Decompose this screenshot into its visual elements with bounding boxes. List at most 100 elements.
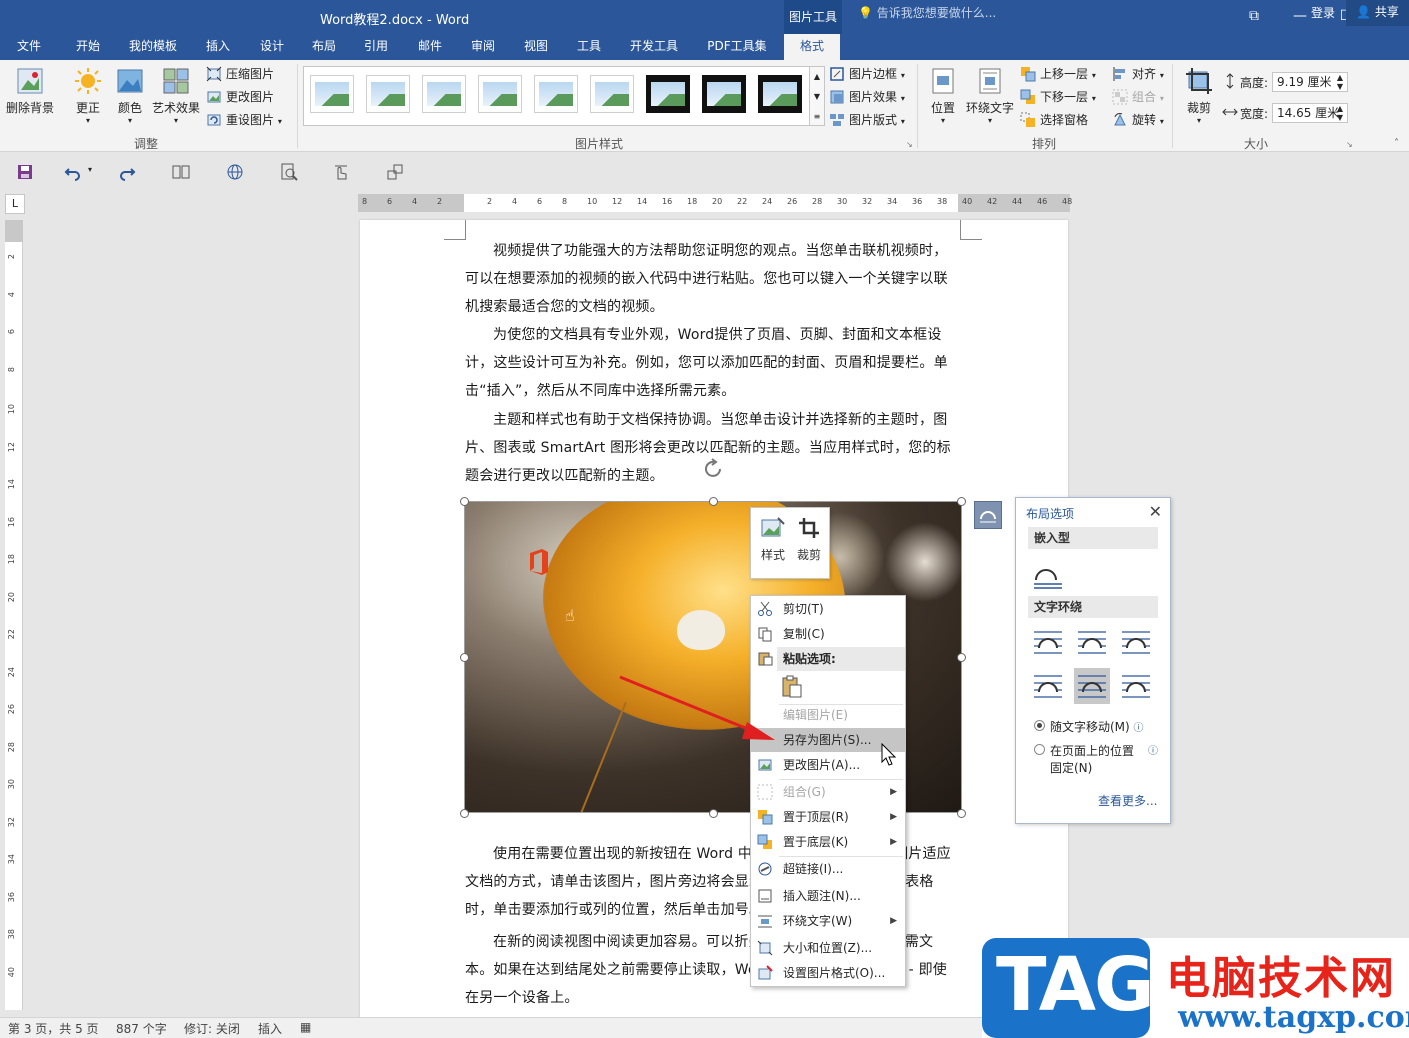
share-button[interactable]: 👤 共享 — [1346, 0, 1409, 26]
collapse-ribbon-icon[interactable]: ˄ — [1394, 138, 1399, 149]
move-with-text-radio[interactable]: 随文字移动(M) ⓘ — [1034, 718, 1144, 735]
tab-8[interactable]: 审阅 — [461, 34, 505, 60]
align-button[interactable]: 对齐 ▾ — [1112, 63, 1164, 85]
resize-handle-se[interactable] — [957, 809, 966, 818]
top-bottom-wrap-icon[interactable] — [1030, 668, 1066, 704]
mini-crop-button[interactable]: 裁剪 — [791, 516, 827, 563]
dialog-launcher-icon[interactable]: ↘ — [1346, 140, 1353, 149]
spinner-icon[interactable]: ▲ ▼ — [1337, 104, 1343, 122]
tab-7[interactable]: 邮件 — [408, 34, 452, 60]
tab-5[interactable]: 布局 — [302, 34, 346, 60]
menu-send-to-back[interactable]: 置于底层(K) ▶ — [751, 830, 905, 854]
tab-4[interactable]: 设计 — [250, 34, 294, 60]
horizontal-ruler[interactable]: 8 6 4 2 2 4 6 8 10 12 14 16 18 20 22 24 26 28 30 32 34 36 38 40… — [358, 194, 1072, 212]
tab-selector[interactable]: L — [5, 194, 25, 214]
menu-size-position[interactable]: 大小和位置(Z)... — [751, 936, 905, 960]
print-preview-icon[interactable] — [280, 163, 298, 181]
through-wrap-icon[interactable] — [1118, 624, 1154, 660]
info-icon[interactable]: ⓘ — [1148, 742, 1158, 757]
square-wrap-icon[interactable] — [1030, 624, 1066, 660]
resize-handle-w[interactable] — [460, 653, 469, 662]
save-icon[interactable] — [16, 163, 34, 181]
menu-format-picture[interactable]: 设置图片格式(O)... — [751, 961, 905, 985]
picture-styles-gallery[interactable] — [303, 66, 825, 126]
behind-text-icon[interactable] — [1074, 668, 1110, 704]
ribbon-display-options-icon[interactable]: ⧉ — [1244, 6, 1264, 26]
position-button[interactable]: 位置 ▾ — [924, 66, 962, 125]
change-picture-button[interactable]: 更改图片 — [206, 86, 274, 108]
resize-handle-sw[interactable] — [460, 809, 469, 818]
touch-mode-icon[interactable] — [332, 163, 350, 181]
resize-handle-nw[interactable] — [460, 497, 469, 506]
spinner-icon[interactable]: ▲ ▼ — [1337, 73, 1343, 91]
menu-copy[interactable]: 复制(C) — [751, 622, 905, 646]
tab-9[interactable]: 视图 — [514, 34, 558, 60]
resize-handle-n[interactable] — [709, 497, 718, 506]
menu-wrap-text[interactable]: 环绕文字(W) ▶ — [751, 909, 905, 933]
height-input[interactable]: 9.19 厘米 ▲ ▼ — [1272, 72, 1348, 92]
insert-mode[interactable]: 插入 — [258, 1020, 282, 1037]
tab-0[interactable]: 文件 — [6, 34, 52, 60]
picture-layout-button[interactable]: 图片版式 ▾ — [829, 109, 905, 131]
see-more-link[interactable]: 查看更多... — [1098, 792, 1157, 809]
undo-icon[interactable] — [64, 163, 82, 181]
undo-dropdown-icon[interactable]: ▾ — [88, 165, 92, 174]
in-front-text-icon[interactable] — [1118, 668, 1154, 704]
artistic-effects-button[interactable]: 艺术效果 ▾ — [150, 66, 202, 125]
compress-pictures-button[interactable]: 压缩图片 — [206, 63, 274, 85]
gallery-scroll[interactable]: ▲ ▼ ≡ — [809, 66, 825, 126]
wrap-text-button[interactable]: 环绕文字 ▾ — [964, 66, 1016, 125]
tab-13[interactable]: 格式 — [784, 34, 840, 60]
paste-picture-icon[interactable] — [781, 675, 803, 699]
page-count[interactable]: 第 3 页，共 5 页 — [8, 1020, 99, 1037]
tab-2[interactable]: 我的模板 — [118, 34, 188, 60]
picture-style-thumb[interactable] — [702, 75, 746, 113]
send-backward-button[interactable]: 下移一层 ▾ — [1020, 86, 1096, 108]
macro-icon[interactable]: ▦ — [300, 1020, 311, 1034]
menu-cut[interactable]: 剪切(T) — [751, 597, 905, 621]
fix-position-radio[interactable]: 在页面上的位置 固定(N) — [1034, 742, 1134, 776]
login-link[interactable]: 登录 — [1311, 4, 1335, 21]
corrections-button[interactable]: 更正 ▾ — [68, 66, 108, 125]
menu-insert-caption[interactable]: 插入题注(N)... — [751, 884, 905, 908]
menu-hyperlink[interactable]: 超链接(I)... — [751, 857, 905, 881]
picture-border-button[interactable]: 图片边框 ▾ — [829, 63, 905, 85]
inline-with-text-icon[interactable] — [1030, 556, 1066, 592]
rotate-button[interactable]: 旋转 ▾ — [1112, 109, 1164, 131]
tab-10[interactable]: 工具 — [567, 34, 611, 60]
web-layout-icon[interactable] — [226, 163, 244, 181]
minimize-icon[interactable]: — — [1290, 6, 1310, 26]
style-button[interactable]: 样式 — [755, 516, 791, 563]
dialog-launcher-icon[interactable]: ↘ — [906, 140, 913, 149]
picture-style-thumb[interactable] — [422, 75, 466, 113]
vertical-ruler[interactable]: 2 4 6 8 10 12 14 16 18 20 22 24 26 28 30 32 34 36 38 40 — [5, 220, 23, 1010]
width-input[interactable]: 14.65 厘米 ▲ ▼ — [1272, 103, 1348, 123]
crop-button[interactable]: 裁剪 ▾ — [1180, 66, 1218, 125]
rotate-handle-icon[interactable] — [702, 458, 726, 480]
paragraph-2[interactable]: 为使您的文档具有专业外观，Word提供了页眉、页脚、封面和文本框设计，这些设计可… — [465, 321, 961, 405]
menu-group[interactable]: 组合(G) ▶ — [751, 780, 905, 804]
picture-style-thumb[interactable] — [590, 75, 634, 113]
track-changes-status[interactable]: 修订: 关闭 — [184, 1020, 240, 1037]
customize-icon[interactable] — [386, 163, 404, 181]
picture-style-thumb[interactable] — [646, 75, 690, 113]
layout-options-button[interactable] — [974, 501, 1002, 529]
resize-handle-e[interactable] — [957, 653, 966, 662]
paragraph-1[interactable]: 视频提供了功能强大的方法帮助您证明您的观点。当您单击联机视频时，可以在想要添加的… — [465, 237, 961, 321]
bring-forward-button[interactable]: 上移一层 ▾ — [1020, 63, 1096, 85]
tell-me-search[interactable]: 💡 告诉我您想要做什么... — [858, 4, 996, 21]
picture-style-thumb[interactable] — [478, 75, 522, 113]
tab-3[interactable]: 插入 — [196, 34, 240, 60]
resize-handle-s[interactable] — [709, 809, 718, 818]
tab-6[interactable]: 引用 — [354, 34, 398, 60]
read-mode-icon[interactable] — [172, 163, 190, 181]
picture-style-thumb[interactable] — [534, 75, 578, 113]
selection-pane-button[interactable]: 选择窗格 — [1020, 109, 1088, 131]
color-button[interactable]: 颜色 ▾ — [110, 66, 150, 125]
remove-background-button[interactable]: 删除背景 — [4, 66, 56, 116]
picture-style-thumb[interactable] — [310, 75, 354, 113]
menu-bring-to-front[interactable]: 置于顶层(R) ▶ — [751, 805, 905, 829]
picture-style-thumb[interactable] — [758, 75, 802, 113]
group-objects-button[interactable]: 组合 ▾ — [1112, 86, 1164, 108]
redo-icon[interactable] — [118, 163, 136, 181]
